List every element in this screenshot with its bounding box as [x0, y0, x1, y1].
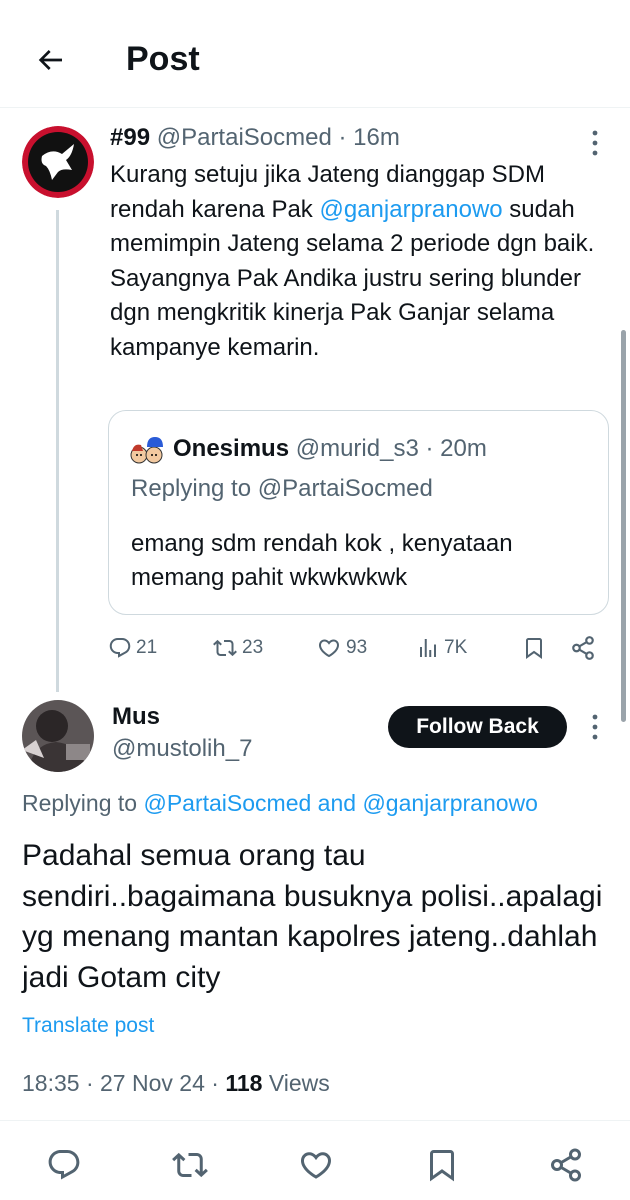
post2-views-label: Views	[268, 1070, 330, 1096]
post1-mention[interactable]: @ganjarpranowo	[319, 196, 502, 223]
translate-post-link[interactable]: Translate post	[22, 1014, 154, 1038]
like-count: 93	[346, 637, 368, 658]
views-chart-icon	[420, 639, 436, 657]
post2-author-name[interactable]: Mus	[112, 703, 160, 731]
reply-count: 21	[136, 637, 158, 658]
more-vertical-icon	[592, 130, 598, 156]
heart-icon	[318, 639, 340, 658]
post2-like-button[interactable]	[298, 1147, 334, 1183]
reply-icon	[109, 638, 131, 658]
top-header: Post	[0, 0, 630, 108]
repost-icon	[172, 1152, 208, 1178]
quote-avatar	[129, 433, 165, 469]
quote-text: emang sdm rendah kok , kenyataan memang …	[131, 530, 513, 591]
scrollbar[interactable]	[621, 330, 626, 722]
quote-meta: Onesimus @murid_s3 · 20m	[173, 435, 487, 463]
post1-number: #99	[110, 124, 151, 151]
bookmark-icon	[430, 1150, 454, 1182]
replying-prefix: Replying to	[22, 790, 144, 816]
quote-time: 20m	[440, 435, 487, 462]
post1-handle[interactable]: @PartaiSocmed	[157, 124, 332, 151]
views-count: 7K	[444, 637, 468, 658]
post1-more-button[interactable]	[584, 128, 606, 158]
post2-text: Padahal semua orang tau sendiri..bagaima…	[22, 839, 603, 994]
post2-timestamp: 18:35 · 27 Nov 24 · 118 Views	[22, 1070, 330, 1096]
replying-mention-ganjarpranowo[interactable]: @ganjarpranowo	[362, 790, 538, 816]
post2-action-bar	[0, 1120, 630, 1200]
replying-and[interactable]: and	[311, 790, 362, 816]
quote-handle: @murid_s3	[295, 435, 419, 462]
reply-icon	[48, 1150, 80, 1180]
back-button[interactable]	[30, 40, 70, 80]
post2-time: 18:35	[22, 1070, 80, 1096]
quote-author-name: Onesimus	[173, 435, 290, 462]
heart-icon	[300, 1152, 332, 1179]
bookmark-button[interactable]	[522, 632, 546, 664]
replying-mention-partaisocmed[interactable]: @PartaiSocmed	[143, 790, 311, 816]
reply-button[interactable]: 21	[108, 632, 157, 664]
post1-meta: #99 @PartaiSocmed · 16m	[110, 124, 400, 152]
bookmark-icon	[526, 638, 542, 659]
post2-views-count: 118	[225, 1070, 263, 1096]
partai-logo-icon	[22, 126, 94, 198]
post2-repost-button[interactable]	[172, 1147, 208, 1183]
more-vertical-icon	[592, 714, 598, 740]
arrow-left-icon	[38, 50, 62, 70]
share-button[interactable]	[570, 632, 596, 664]
cartoon-avatar-icon	[130, 437, 163, 464]
post1-actions: 21 23 93 7K	[108, 632, 608, 664]
avatar-partaisocmed[interactable]	[22, 126, 94, 198]
quoted-post[interactable]: Onesimus @murid_s3 · 20m Replying to @Pa…	[108, 410, 609, 615]
post2-reply-button[interactable]	[46, 1147, 82, 1183]
post2-share-button[interactable]	[548, 1147, 584, 1183]
repost-icon	[213, 639, 237, 657]
post2-date: 27 Nov 24	[100, 1070, 205, 1096]
share-icon	[551, 1148, 581, 1182]
repost-button[interactable]: 23	[212, 632, 263, 664]
like-button[interactable]: 93	[316, 632, 367, 664]
follow-back-button[interactable]: Follow Back	[388, 706, 567, 748]
user-photo-icon	[22, 700, 94, 772]
post2-more-button[interactable]	[584, 712, 606, 742]
post1-time[interactable]: 16m	[353, 124, 400, 151]
page-title: Post	[126, 40, 200, 78]
thread-line	[56, 210, 59, 692]
post1-text: Kurang setuju jika Jateng dianggap SDM r…	[110, 158, 610, 365]
quote-replying-to: Replying to @PartaiSocmed	[131, 475, 433, 502]
post2-bookmark-button[interactable]	[424, 1147, 460, 1183]
views-button[interactable]: 7K	[416, 632, 467, 664]
post1-separator: ·	[338, 124, 347, 151]
repost-count: 23	[242, 637, 264, 658]
post2-replying-to: Replying to @PartaiSocmed and @ganjarpra…	[22, 790, 538, 817]
share-icon	[572, 636, 594, 660]
post2-handle[interactable]: @mustolih_7	[112, 735, 252, 763]
avatar-mus[interactable]	[22, 700, 94, 772]
quote-separator: ·	[425, 435, 434, 462]
